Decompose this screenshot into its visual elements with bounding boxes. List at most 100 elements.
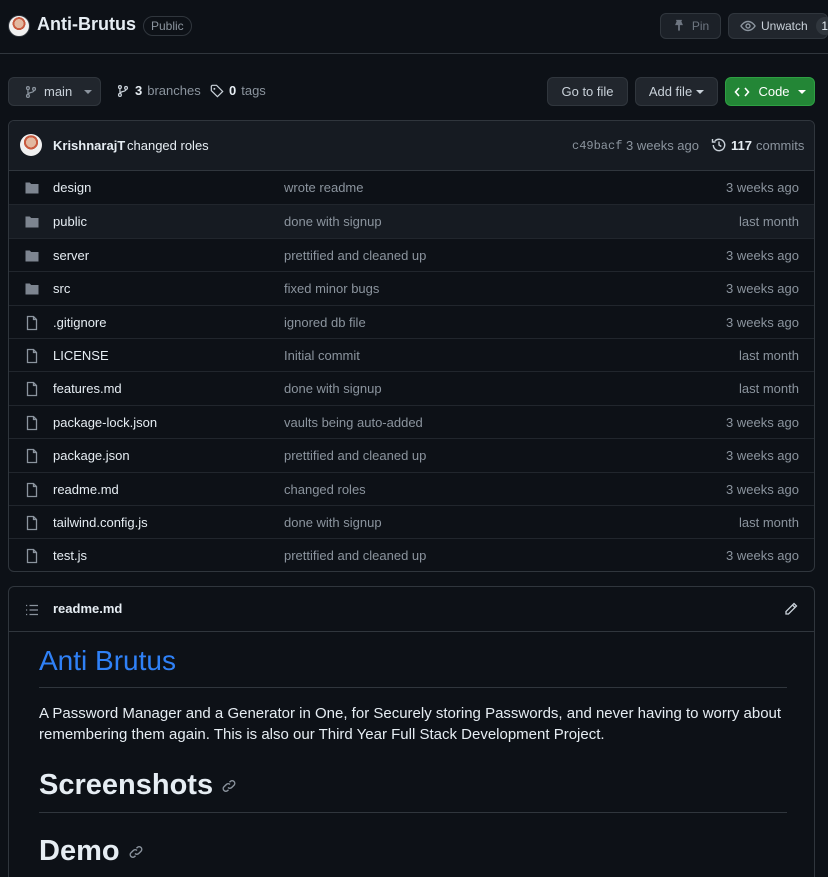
commit-time: 3 weeks ago <box>626 138 699 153</box>
file-age: 3 weeks ago <box>726 314 799 330</box>
file-age: 3 weeks ago <box>726 180 799 195</box>
file-commit-message[interactable]: done with signup <box>284 214 382 229</box>
file-commit-message[interactable]: fixed minor bugs <box>284 281 379 296</box>
add-file-label: Add file <box>648 84 693 99</box>
file-age: last month <box>739 347 799 363</box>
unwatch-button[interactable]: Unwatch 1 <box>728 13 828 39</box>
file-commit-message[interactable]: prettified and cleaned up <box>284 548 426 563</box>
git-branch-icon <box>24 85 38 99</box>
repo-header: Anti-Brutus Public Pin Unwatch 1 <box>0 0 828 54</box>
list-unordered-icon[interactable] <box>24 602 40 618</box>
file-row[interactable]: src fixed minor bugs 3 weeks ago <box>9 271 814 304</box>
file-icon <box>24 548 40 564</box>
file-row[interactable]: .gitignore ignored db file 3 weeks ago <box>9 304 814 338</box>
file-browser: KrishnarajT changed roles c49bacf 3 week… <box>8 120 815 572</box>
branches-link[interactable]: 3 branches <box>116 83 201 98</box>
readme-filename[interactable]: readme.md <box>53 601 122 616</box>
file-row[interactable]: tailwind.config.js done with signup last m… <box>9 504 814 538</box>
file-icon <box>24 482 40 498</box>
commit-author-avatar[interactable] <box>20 134 42 156</box>
file-commit-message[interactable]: changed roles <box>284 482 366 497</box>
branch-select-button[interactable]: main <box>8 77 101 106</box>
file-name[interactable]: tailwind.config.js <box>53 515 148 530</box>
chevron-down-icon <box>84 89 93 94</box>
go-to-file-button[interactable]: Go to file <box>547 77 628 106</box>
readme-title: Anti Brutus <box>39 645 787 688</box>
file-icon <box>24 448 40 464</box>
file-commit-message[interactable]: done with signup <box>284 515 382 530</box>
file-age: 3 weeks ago <box>726 281 799 297</box>
file-age: 3 weeks ago <box>726 448 799 464</box>
file-list: design wrote readme 3 weeks ago public done … <box>9 171 814 571</box>
readme-content: Anti Brutus A Password Manager and a Gen… <box>39 645 787 877</box>
pin-button[interactable]: Pin <box>660 13 721 39</box>
folder-icon <box>24 214 40 230</box>
pencil-icon[interactable] <box>783 601 799 617</box>
pin-label: Pin <box>691 19 710 33</box>
commit-message[interactable]: changed roles <box>127 138 209 153</box>
file-name[interactable]: package-lock.json <box>53 415 157 430</box>
link-icon[interactable] <box>221 778 237 794</box>
file-commit-message[interactable]: prettified and cleaned up <box>284 448 426 463</box>
tags-link[interactable]: 0 tags <box>210 83 266 98</box>
branch-name: main <box>44 84 73 99</box>
code-button[interactable]: Code <box>725 77 815 106</box>
chevron-down-icon <box>696 89 705 94</box>
file-row[interactable]: LICENSE Initial commit last month <box>9 337 814 371</box>
owner-avatar[interactable] <box>8 15 30 37</box>
file-row[interactable]: readme.md changed roles 3 weeks ago <box>9 471 814 505</box>
git-branch-icon <box>116 84 130 98</box>
add-file-button[interactable]: Add file <box>635 77 718 106</box>
file-commit-message[interactable]: done with signup <box>284 381 382 396</box>
file-row[interactable]: server prettified and cleaned up 3 weeks a… <box>9 237 814 271</box>
repo-name[interactable]: Anti-Brutus <box>37 14 136 35</box>
file-name[interactable]: .gitignore <box>53 315 106 330</box>
file-commit-message[interactable]: Initial commit <box>284 348 360 363</box>
file-row[interactable]: design wrote readme 3 weeks ago <box>9 171 814 204</box>
file-row[interactable]: features.md done with signup last month <box>9 371 814 404</box>
commit-sha[interactable]: c49bacf <box>572 139 622 153</box>
heading-screenshots-text: Screenshots <box>39 769 214 801</box>
file-name[interactable]: test.js <box>53 548 87 563</box>
file-commit-message[interactable]: ignored db file <box>284 315 366 330</box>
folder-icon <box>24 281 40 297</box>
branches-count: 3 <box>135 83 143 98</box>
file-row[interactable]: public done with signup last month <box>9 204 814 238</box>
file-name[interactable]: LICENSE <box>53 348 109 363</box>
heading-screenshots: Screenshots <box>39 769 787 813</box>
folder-icon <box>24 248 40 264</box>
tag-icon <box>210 84 224 98</box>
history-icon <box>711 137 727 153</box>
file-name[interactable]: package.json <box>53 448 130 463</box>
file-icon <box>24 315 40 331</box>
file-row[interactable]: test.js prettified and cleaned up 3 weeks … <box>9 538 814 571</box>
eye-icon <box>740 18 756 34</box>
readme-description: A Password Manager and a Generator in On… <box>39 705 782 743</box>
file-name[interactable]: readme.md <box>53 482 119 497</box>
file-age: 3 weeks ago <box>726 481 799 497</box>
file-name[interactable]: public <box>53 214 87 229</box>
commit-author[interactable]: KrishnarajT <box>53 138 125 153</box>
file-icon <box>24 381 40 397</box>
file-row[interactable]: package.json prettified and cleaned up 3 w… <box>9 438 814 471</box>
file-commit-message[interactable]: prettified and cleaned up <box>284 248 426 263</box>
file-commit-message[interactable]: vaults being auto-added <box>284 415 423 430</box>
folder-icon <box>24 180 40 196</box>
latest-commit-bar: KrishnarajT changed roles c49bacf 3 week… <box>9 121 814 171</box>
file-commit-message[interactable]: wrote readme <box>284 180 363 195</box>
file-name[interactable]: design <box>53 180 91 195</box>
file-icon <box>24 515 40 531</box>
file-row[interactable]: package-lock.json vaults being auto-added… <box>9 404 814 438</box>
file-age: 3 weeks ago <box>726 548 799 564</box>
tags-count: 0 <box>229 83 237 98</box>
link-icon[interactable] <box>128 844 144 860</box>
commit-count: 117 <box>731 137 752 153</box>
commits-link[interactable]: 117 commits <box>711 137 804 153</box>
pin-icon <box>672 19 686 33</box>
tags-label: tags <box>241 83 266 98</box>
file-name[interactable]: src <box>53 281 70 296</box>
heading-demo: Demo <box>39 835 787 877</box>
file-name[interactable]: features.md <box>53 381 122 396</box>
chevron-down-icon <box>797 89 806 94</box>
file-name[interactable]: server <box>53 248 89 263</box>
